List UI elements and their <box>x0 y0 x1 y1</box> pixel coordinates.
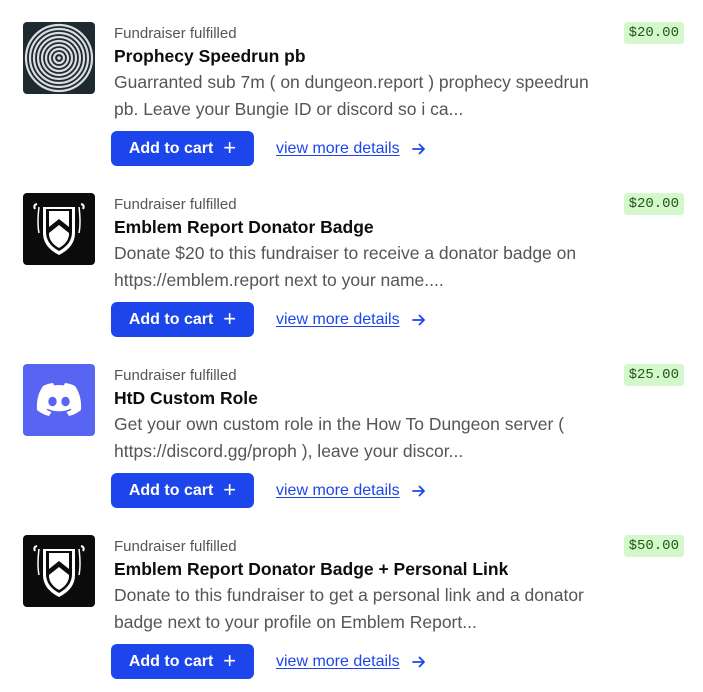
list-item: Fundraiser fulfilled Prophecy Speedrun p… <box>0 0 703 171</box>
status-label: Fundraiser fulfilled <box>114 367 237 384</box>
status-label: Fundraiser fulfilled <box>114 25 237 42</box>
item-title: Emblem Report Donator Badge + Personal L… <box>114 559 509 579</box>
discord-icon <box>23 364 95 436</box>
item-description: Donate to this fundraiser to get a perso… <box>114 585 584 632</box>
view-details-link[interactable]: view more details <box>276 308 426 332</box>
view-details-label: view more details <box>276 482 400 499</box>
arrow-right-icon <box>411 143 426 155</box>
add-to-cart-button[interactable]: Add to cart + <box>111 302 254 337</box>
view-details-label: view more details <box>276 311 400 328</box>
item-title: HtD Custom Role <box>114 388 258 408</box>
status-label: Fundraiser fulfilled <box>114 196 237 213</box>
status-label: Fundraiser fulfilled <box>114 538 237 555</box>
plus-icon: + <box>223 476 237 502</box>
price-badge: $20.00 <box>623 193 684 215</box>
price-badge: $25.00 <box>623 364 684 386</box>
view-details-label: view more details <box>276 653 400 670</box>
item-description: Donate $20 to this fundraiser to receive… <box>114 243 577 290</box>
plus-icon: + <box>223 134 237 160</box>
prophecy-spiral-icon <box>23 22 95 94</box>
list-item: Fundraiser fulfilled Emblem Report Donat… <box>0 513 703 684</box>
item-title: Emblem Report Donator Badge <box>114 217 374 237</box>
item-title: Prophecy Speedrun pb <box>114 46 306 66</box>
add-to-cart-label: Add to cart <box>128 481 214 499</box>
arrow-right-icon <box>411 656 426 668</box>
view-details-label: view more details <box>276 140 400 157</box>
add-to-cart-label: Add to cart <box>128 652 214 670</box>
item-description: Get your own custom role in the How To D… <box>114 414 565 461</box>
emblem-report-shield-icon <box>23 193 95 265</box>
arrow-right-icon <box>411 485 426 497</box>
list-item: Fundraiser fulfilled Emblem Report Donat… <box>0 171 703 342</box>
price-badge: $20.00 <box>623 22 684 44</box>
add-to-cart-button[interactable]: Add to cart + <box>111 644 254 679</box>
view-details-link[interactable]: view more details <box>276 479 426 503</box>
add-to-cart-button[interactable]: Add to cart + <box>111 131 254 166</box>
add-to-cart-label: Add to cart <box>128 310 214 328</box>
view-details-link[interactable]: view more details <box>276 137 426 161</box>
emblem-report-shield-icon <box>23 535 95 607</box>
arrow-right-icon <box>411 314 426 326</box>
add-to-cart-label: Add to cart <box>128 139 214 157</box>
view-details-link[interactable]: view more details <box>276 650 426 674</box>
price-badge: $50.00 <box>623 535 684 557</box>
plus-icon: + <box>223 305 237 331</box>
list-item: Fundraiser fulfilled HtD Custom Role Get… <box>0 342 703 513</box>
add-to-cart-button[interactable]: Add to cart + <box>111 473 254 508</box>
plus-icon: + <box>223 647 237 673</box>
item-description: Guarranted sub 7m ( on dungeon.report ) … <box>114 72 589 119</box>
